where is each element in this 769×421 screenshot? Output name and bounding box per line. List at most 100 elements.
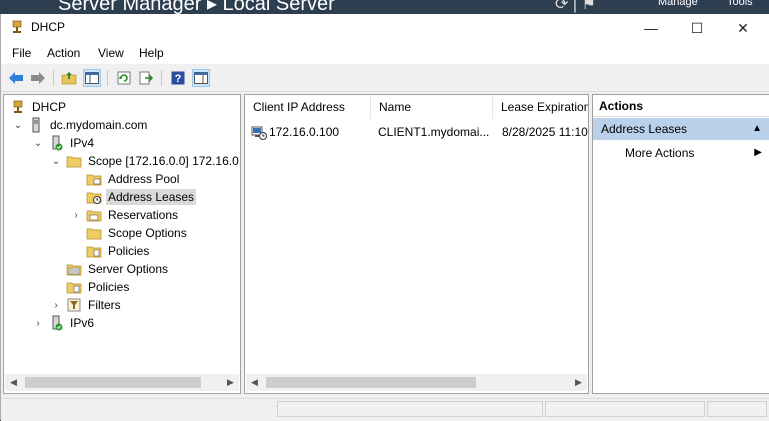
tree-item[interactable]: Server Options: [50, 260, 170, 278]
server-icon: [32, 117, 40, 133]
actions-title: Actions: [593, 95, 769, 117]
tree-item-label: IPv4: [70, 136, 95, 150]
refresh-button[interactable]: [115, 69, 133, 87]
toolbar: ?: [1, 66, 769, 92]
server-manager-bar: Server Manager ▸ Local Server ⟳ | ⚑ Mana…: [0, 0, 769, 14]
tree-item[interactable]: › Filters: [50, 296, 123, 314]
tree-item-label: dc.mydomain.com: [50, 118, 148, 132]
export-button[interactable]: [137, 69, 155, 87]
folder-icon: [66, 156, 82, 168]
menu-action[interactable]: Action: [47, 46, 80, 60]
list-pane: Client IP Address Name Lease Expiration …: [244, 94, 589, 394]
collapse-chevron-icon[interactable]: ⌄: [50, 156, 62, 167]
cell-lease-expiration: 8/28/2025 11:10:: [502, 125, 588, 139]
tree-horizontal-scrollbar[interactable]: ◀ ▶: [5, 374, 239, 391]
column-lease-expiration[interactable]: Lease Expiration: [493, 95, 588, 119]
expand-chevron-icon[interactable]: ›: [32, 318, 44, 329]
tree-item[interactable]: ⌄ dc.mydomain.com: [12, 116, 149, 134]
table-row[interactable]: 172.16.0.100 CLIENT1.mydomai... 8/28/202…: [245, 123, 588, 141]
up-folder-icon: [61, 72, 77, 85]
tree-item-label: DHCP: [32, 100, 67, 114]
minimize-button[interactable]: —: [628, 14, 674, 42]
submenu-arrow-icon: ▶: [754, 147, 762, 158]
window-title: DHCP: [31, 20, 66, 34]
actions-section-address-leases[interactable]: Address Leases ▲: [593, 118, 769, 140]
menu-view[interactable]: View: [98, 46, 124, 60]
tree-item[interactable]: Scope Options: [70, 224, 189, 242]
cell-name: CLIENT1.mydomai...: [378, 125, 490, 139]
tree-item[interactable]: Policies: [50, 278, 131, 296]
tree-item-label: Scope Options: [108, 226, 187, 240]
show-tree-icon: [85, 72, 99, 84]
collapse-chevron-icon[interactable]: ⌄: [32, 138, 44, 149]
properties-icon: [194, 72, 208, 84]
server-manager-icons: ⟳ | ⚑: [555, 0, 596, 13]
help-icon: ?: [171, 71, 185, 85]
reservations-icon: [86, 210, 102, 222]
up-folder-button[interactable]: [60, 69, 78, 87]
server-manager-title: Server Manager ▸ Local Server: [58, 0, 335, 14]
forward-icon: [31, 72, 45, 84]
server-options-icon: [66, 264, 82, 276]
tree-item-label: Filters: [88, 298, 121, 312]
address-leases-icon: [86, 192, 102, 204]
tree-item[interactable]: Address Leases: [70, 188, 197, 206]
server-manager-manage-menu[interactable]: Manage: [658, 0, 698, 8]
lease-icon: [251, 126, 267, 140]
tree-item-label: IPv6: [70, 316, 95, 330]
tree-item[interactable]: DHCP: [6, 98, 68, 116]
tree-item-label: Reservations: [108, 208, 179, 222]
server-manager-tools-menu[interactable]: Tools: [727, 0, 753, 8]
menu-bar: File Action View Help: [1, 42, 769, 64]
minimize-icon: —: [644, 20, 658, 36]
scroll-right-icon[interactable]: ▶: [570, 374, 587, 391]
show-action-pane-button[interactable]: [192, 69, 210, 87]
close-icon: ✕: [737, 20, 749, 36]
tree-item[interactable]: › IPv6: [32, 314, 96, 332]
tree-item-label: Server Options: [88, 262, 169, 276]
back-icon: [9, 72, 23, 84]
more-actions-item[interactable]: More Actions ▶: [593, 142, 769, 164]
column-client-ip[interactable]: Client IP Address: [245, 95, 371, 119]
scroll-left-icon[interactable]: ◀: [5, 374, 22, 391]
cell-client-ip: 172.16.0.100: [269, 125, 340, 139]
scrollbar-thumb[interactable]: [25, 377, 201, 388]
tree-item[interactable]: Address Pool: [70, 170, 181, 188]
show-tree-button[interactable]: [83, 69, 101, 87]
toolbar-separator: [107, 70, 108, 86]
scrollbar-thumb[interactable]: [266, 377, 476, 388]
tree-item-label: Policies: [108, 244, 150, 258]
menu-file[interactable]: File: [12, 46, 31, 60]
help-button[interactable]: ?: [169, 69, 187, 87]
tree-item-label: Policies: [88, 280, 130, 294]
dhcp-app-icon: [12, 20, 22, 33]
collapse-up-icon[interactable]: ▲: [752, 118, 762, 140]
forward-button[interactable]: [29, 69, 47, 87]
close-button[interactable]: ✕: [720, 14, 766, 42]
tree-item[interactable]: ⌄ IPv4: [32, 134, 96, 152]
svg-text:?: ?: [175, 73, 182, 85]
refresh-icon: [117, 71, 131, 85]
tree-item[interactable]: ⌄ Scope [172.16.0.0] 172.16.0.10: [50, 152, 240, 170]
collapse-chevron-icon[interactable]: ⌄: [12, 120, 24, 131]
maximize-icon: ☐: [690, 20, 704, 36]
status-cell: [277, 401, 543, 417]
maximize-button[interactable]: ☐: [674, 14, 720, 42]
tree-item[interactable]: Policies: [70, 242, 151, 260]
policies-icon: [86, 246, 102, 258]
dhcp-window: DHCP — ☐ ✕ File Action View Help ? DHCP …: [0, 14, 769, 421]
ipv4-icon: [52, 135, 63, 151]
status-bar: [1, 398, 769, 421]
more-actions-label: More Actions: [625, 146, 695, 160]
back-button[interactable]: [7, 69, 25, 87]
expand-chevron-icon[interactable]: ›: [70, 210, 82, 221]
scroll-left-icon[interactable]: ◀: [246, 374, 263, 391]
tree-pane: DHCP ⌄ dc.mydomain.com ⌄ IPv4 ⌄ Scope [172.16.…: [3, 94, 241, 394]
expand-chevron-icon[interactable]: ›: [50, 300, 62, 311]
column-name[interactable]: Name: [371, 95, 493, 119]
list-horizontal-scrollbar[interactable]: ◀ ▶: [246, 374, 587, 391]
scroll-right-icon[interactable]: ▶: [222, 374, 239, 391]
tree-item[interactable]: › Reservations: [70, 206, 180, 224]
ipv6-icon: [52, 315, 63, 331]
menu-help[interactable]: Help: [139, 46, 164, 60]
